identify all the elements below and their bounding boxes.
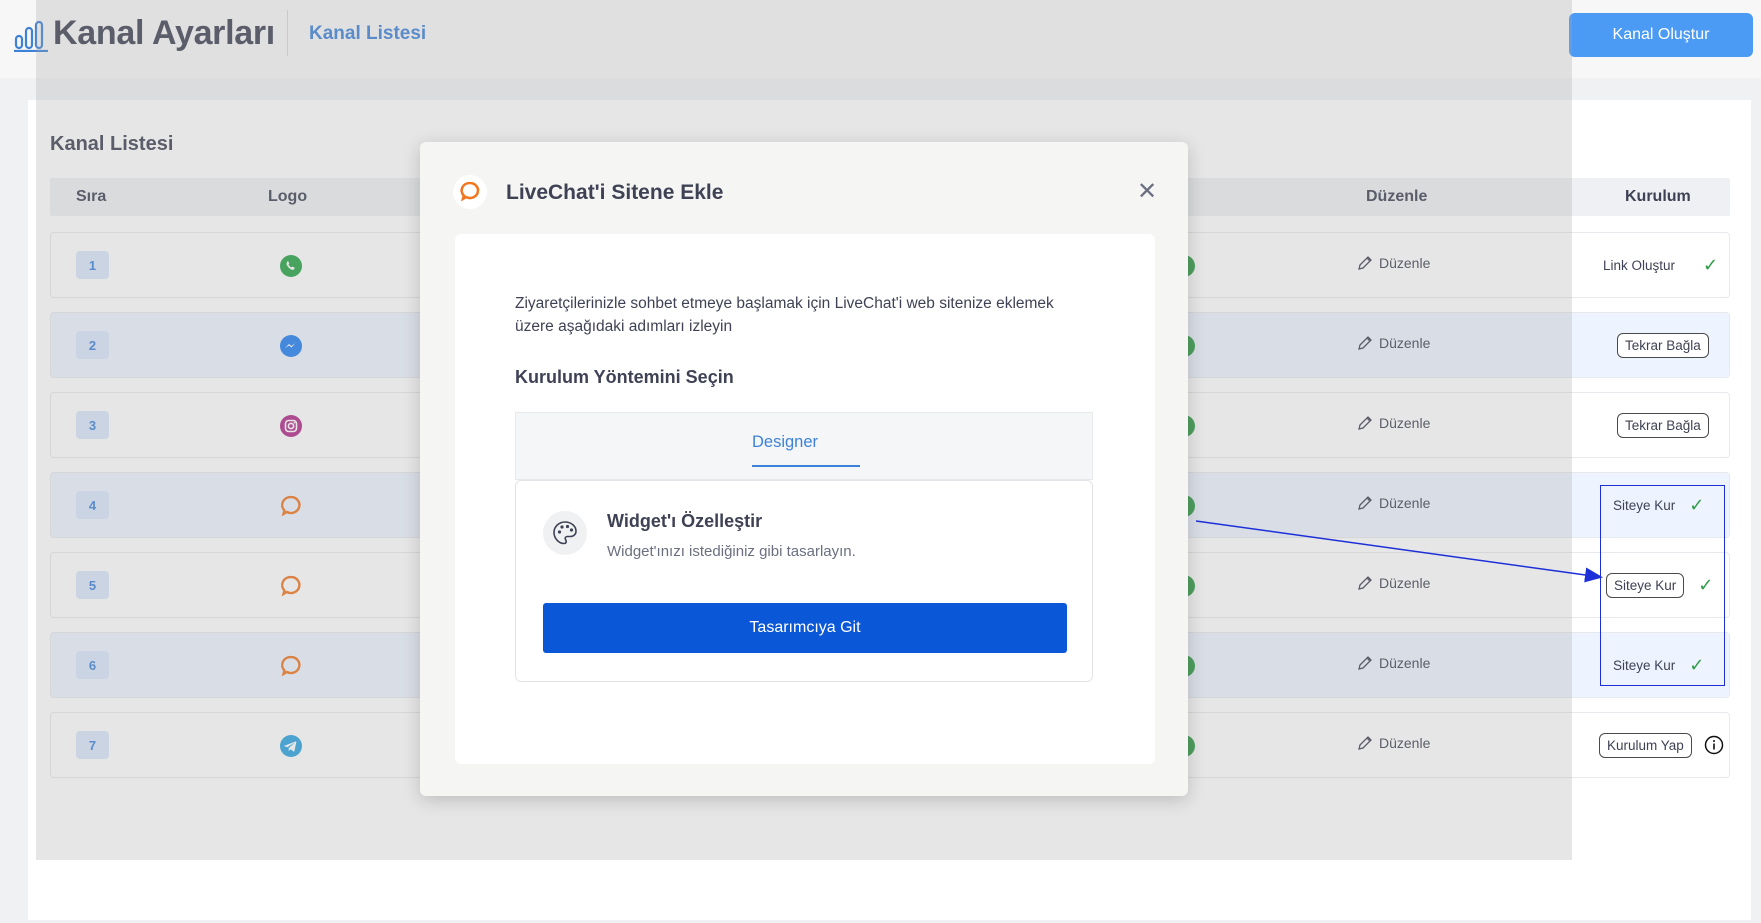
setup-button[interactable]: Kurulum Yap <box>1599 732 1692 758</box>
install-cell: Tekrar Bağla <box>1617 393 1709 457</box>
pencil-icon <box>1358 496 1372 510</box>
pencil-icon <box>1358 656 1372 670</box>
instagram-icon <box>280 415 302 437</box>
edit-label: Düzenle <box>1379 255 1431 271</box>
column-header-sira: Sıra <box>76 188 107 205</box>
livechat-icon <box>280 495 301 517</box>
edit-button[interactable]: Düzenle <box>1357 575 1430 591</box>
top-bar: Kanal Ayarları Kanal Listesi Kanal Oluşt… <box>0 0 1761 78</box>
edit-button[interactable]: Düzenle <box>1357 335 1430 351</box>
close-icon[interactable]: ✕ <box>1135 180 1159 204</box>
header-divider <box>287 10 288 56</box>
option-title: Widget'ı Özelleştir <box>607 511 763 531</box>
row-number: 4 <box>76 491 109 519</box>
row-number: 1 <box>76 251 109 279</box>
go-to-designer-button[interactable]: Tasarımcıya Git <box>543 603 1067 653</box>
row-number: 3 <box>76 411 109 439</box>
pencil-icon <box>1358 576 1372 590</box>
add-livechat-modal: LiveChat'i Sitene Ekle ✕ Ziyaretçilerini… <box>420 142 1188 796</box>
tab-designer[interactable]: Designer <box>752 433 818 452</box>
edit-label: Düzenle <box>1379 655 1431 671</box>
option-description: Widget'ınızı istediğiniz gibi tasarlayın… <box>607 543 856 560</box>
info-icon[interactable] <box>1704 735 1724 755</box>
page-title: Kanal Ayarları <box>53 14 275 52</box>
livechat-logo-icon <box>453 175 487 209</box>
livechat-icon <box>280 655 301 677</box>
customize-widget-card: Widget'ı Özelleştir Widget'ınızı istediğ… <box>515 480 1093 682</box>
install-cell: Link Oluştur ✓ <box>1603 233 1718 297</box>
edit-button[interactable]: Düzenle <box>1357 655 1430 671</box>
modal-body: Ziyaretçilerinizle sohbet etmeye başlama… <box>455 234 1155 764</box>
channel-list-title: Kanal Listesi <box>50 133 174 155</box>
reconnect-button[interactable]: Tekrar Bağla <box>1617 332 1709 358</box>
breadcrumb[interactable]: Kanal Listesi <box>309 23 426 45</box>
palette-icon <box>543 511 587 555</box>
reconnect-button[interactable]: Tekrar Bağla <box>1617 412 1709 438</box>
edit-label: Düzenle <box>1379 415 1431 431</box>
edit-button[interactable]: Düzenle <box>1357 735 1430 751</box>
column-header-logo: Logo <box>268 188 308 205</box>
pencil-icon <box>1358 256 1372 270</box>
livechat-icon <box>280 575 301 597</box>
whatsapp-icon <box>280 255 302 277</box>
row-number: 2 <box>76 331 109 359</box>
install-cell: Tekrar Bağla <box>1617 313 1709 377</box>
setup-method-tabs: Designer <box>515 412 1093 480</box>
edit-label: Düzenle <box>1379 735 1431 751</box>
column-header-kurulum: Kurulum <box>1625 188 1691 205</box>
install-link[interactable]: Link Oluştur <box>1603 258 1675 273</box>
create-channel-button[interactable]: Kanal Oluştur <box>1569 13 1753 57</box>
setup-method-title: Kurulum Yöntemini Seçin <box>515 367 734 387</box>
modal-intro-text: Ziyaretçilerinizle sohbet etmeye başlama… <box>515 295 1054 335</box>
messenger-icon <box>280 335 302 357</box>
edit-label: Düzenle <box>1379 575 1431 591</box>
column-header-duzenle: Düzenle <box>1366 188 1428 205</box>
edit-label: Düzenle <box>1379 495 1431 511</box>
row-number: 5 <box>76 571 109 599</box>
pencil-icon <box>1358 416 1372 430</box>
row-number: 7 <box>76 731 109 759</box>
install-cell: Kurulum Yap <box>1599 713 1724 777</box>
active-tab-indicator <box>752 465 860 467</box>
modal-title: LiveChat'i Sitene Ekle <box>506 181 724 204</box>
bar-chart-icon <box>14 20 48 52</box>
check-icon: ✓ <box>1703 254 1719 275</box>
telegram-icon <box>280 735 302 757</box>
annotation-highlight-box <box>1600 485 1725 686</box>
edit-button[interactable]: Düzenle <box>1357 495 1430 511</box>
edit-label: Düzenle <box>1379 335 1431 351</box>
pencil-icon <box>1358 336 1372 350</box>
row-number: 6 <box>76 651 109 679</box>
pencil-icon <box>1358 736 1372 750</box>
edit-button[interactable]: Düzenle <box>1357 415 1430 431</box>
edit-button[interactable]: Düzenle <box>1357 255 1430 271</box>
